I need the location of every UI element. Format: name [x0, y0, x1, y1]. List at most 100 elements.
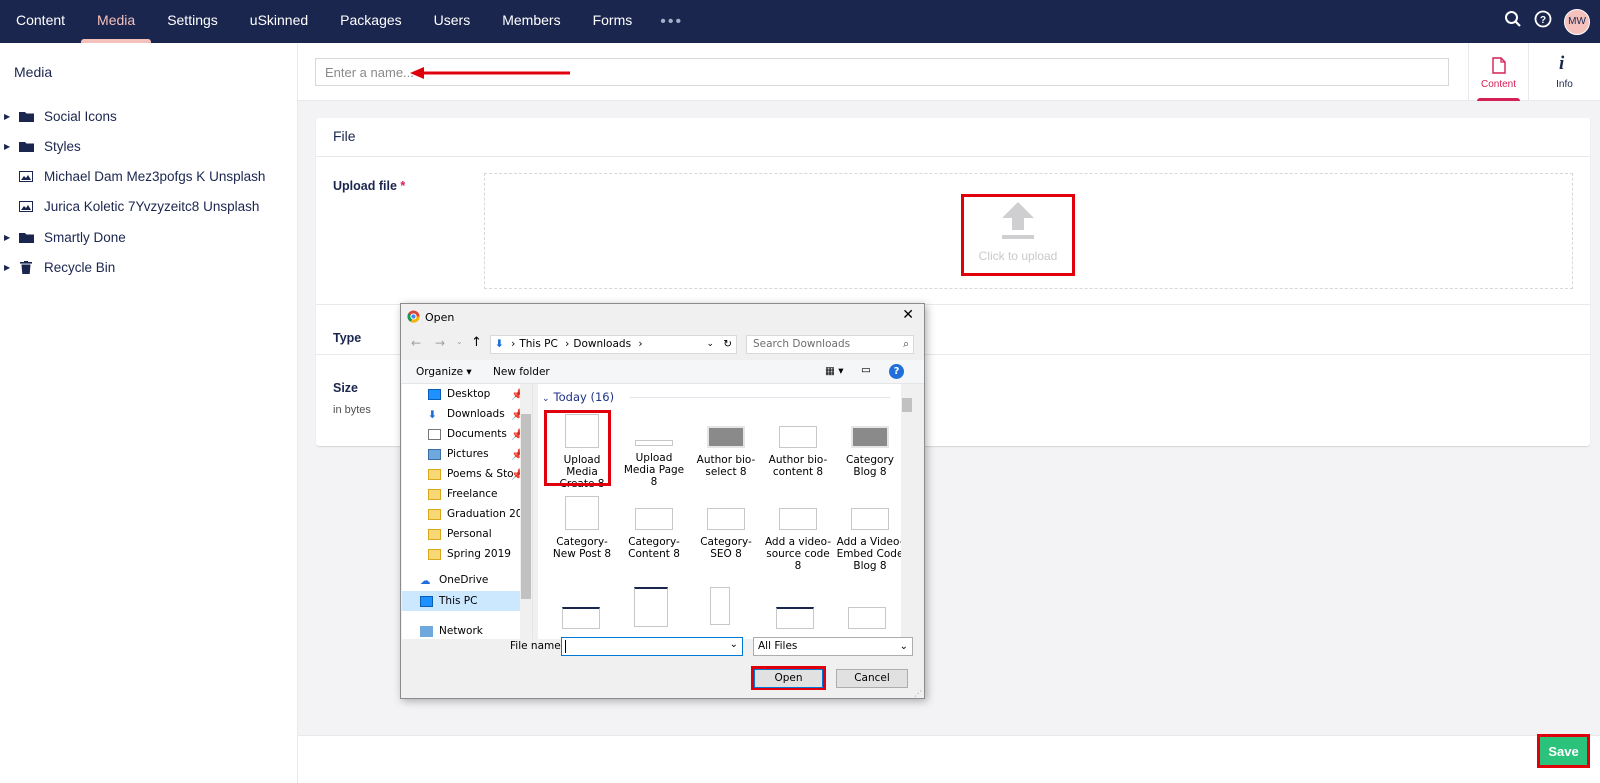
nav-pane-this-pc[interactable]: This PC [402, 591, 521, 611]
file-item[interactable]: Author bio-content 8 [764, 414, 832, 478]
file-name-input[interactable]: ⌄ [561, 637, 743, 656]
nav-pane-freelance[interactable]: Freelance [428, 484, 498, 504]
file-item[interactable]: Add a Video-Embed Code Blog 8 [836, 496, 901, 572]
top-navigation: Content Media Settings uSkinned Packages… [0, 0, 1600, 43]
file-item[interactable]: Add a video-source code 8 [764, 496, 832, 572]
tree-item-styles[interactable]: ▶ Styles [0, 131, 298, 161]
folder-icon [18, 232, 34, 243]
nav-pane-graduation[interactable]: Graduation 2019 [428, 504, 532, 524]
search-downloads-input[interactable]: Search Downloads ⌕ [746, 335, 914, 354]
file-type-select[interactable]: All Files ⌄ [753, 637, 913, 656]
file-item[interactable]: Author bio-select 8 [692, 414, 760, 478]
folder-icon [428, 508, 441, 520]
file-thumbnail[interactable] [634, 587, 668, 627]
file-thumbnail[interactable] [848, 607, 886, 629]
nav-pane-spring[interactable]: Spring 2019 [428, 544, 511, 564]
file-item[interactable]: Upload Media Page 8 [620, 414, 688, 488]
folder-icon [428, 488, 441, 500]
annotation-arrow [410, 67, 570, 79]
search-icon[interactable] [1504, 10, 1522, 33]
address-dropdown-icon[interactable]: ⌄ [706, 336, 714, 353]
back-icon[interactable]: ← [411, 336, 421, 350]
open-button[interactable]: Open [754, 669, 823, 688]
nav-item-forms[interactable]: Forms [577, 0, 649, 43]
file-item[interactable]: Category-SEO 8 [692, 496, 760, 560]
expand-caret-icon[interactable]: ▶ [4, 142, 14, 151]
preview-pane-icon[interactable]: ▭ [861, 364, 871, 376]
forward-icon[interactable]: → [435, 336, 445, 350]
nav-item-media[interactable]: Media [81, 0, 152, 43]
desktop-icon [428, 388, 441, 400]
user-avatar[interactable]: MW [1564, 8, 1590, 35]
nav-item-settings[interactable]: Settings [151, 0, 234, 43]
size-label: Size [333, 381, 359, 395]
more-sections-icon[interactable]: ••• [648, 0, 695, 43]
tree-item-image-1[interactable]: Michael Dam Mez3pofgs K Unsplash [0, 161, 298, 191]
nav-pane-personal[interactable]: Personal [428, 524, 492, 544]
address-bar[interactable]: ⬇ › This PC › Downloads › ⌄ ↻ [490, 335, 737, 354]
expand-caret-icon[interactable]: ▶ [4, 233, 14, 242]
save-button[interactable]: Save [1540, 737, 1587, 765]
resize-grip-icon[interactable]: ⋰ [914, 689, 922, 698]
sidebar-title: Media [14, 64, 53, 80]
file-item[interactable]: Category Blog 8 [836, 414, 901, 478]
up-icon[interactable]: ↑ [471, 335, 482, 350]
click-to-upload-button[interactable]: Click to upload [961, 194, 1075, 276]
nav-pane-desktop[interactable]: Desktop 📌 [428, 384, 524, 404]
nav-pane-onedrive[interactable]: ☁ OneDrive [420, 570, 488, 590]
recent-locations-icon[interactable]: ⌄ [456, 337, 463, 346]
group-header[interactable]: ⌄ Today (16) [542, 390, 614, 404]
tree-item-label: Jurica Koletic 7Yvzyzeitc8 Unsplash [44, 198, 260, 214]
expand-caret-icon[interactable]: ▶ [4, 263, 14, 272]
image-icon [18, 170, 34, 182]
tree-item-social-icons[interactable]: ▶ Social Icons [0, 101, 298, 131]
document-icon [1492, 57, 1506, 74]
help-icon[interactable]: ? [1534, 10, 1552, 33]
tree-item-image-2[interactable]: Jurica Koletic 7Yvzyzeitc8 Unsplash [0, 191, 298, 221]
nav-item-members[interactable]: Members [486, 0, 576, 43]
folder-icon [428, 528, 441, 540]
tree-item-recycle-bin[interactable]: ▶ Recycle Bin [0, 252, 298, 282]
file-thumbnail[interactable] [710, 587, 730, 625]
file-name-label: File name: [510, 640, 565, 652]
nav-item-uskinned[interactable]: uSkinned [234, 0, 324, 43]
file-thumbnail [851, 508, 889, 530]
nav-item-content[interactable]: Content [0, 0, 81, 43]
breadcrumb-downloads[interactable]: Downloads [573, 338, 631, 350]
nav-pane-downloads[interactable]: ⬇ Downloads 📌 [428, 404, 524, 424]
nav-item-users[interactable]: Users [418, 0, 487, 43]
nav-pane-pictures[interactable]: Pictures 📌 [428, 444, 524, 464]
nav-pane-network[interactable]: Network [420, 621, 483, 639]
upload-file-label: Upload file * [333, 179, 406, 193]
dropdown-icon[interactable]: ⌄ [730, 639, 738, 650]
organize-button[interactable]: Organize ▾ [416, 366, 472, 378]
open-file-dialog: Open ✕ ← → ⌄ ↑ ⬇ › This PC › Downloads › ⌄… [400, 303, 925, 699]
file-item[interactable]: Category-New Post 8 [548, 496, 616, 560]
tab-info[interactable]: i Info [1528, 43, 1600, 101]
nav-pane-documents[interactable]: Documents 📌 [428, 424, 524, 444]
help-icon[interactable]: ? [889, 364, 904, 379]
view-options-icon[interactable]: ▦ ▾ [825, 365, 844, 377]
cancel-button[interactable]: Cancel [836, 669, 908, 688]
nav-pane-scrollbar[interactable] [520, 384, 532, 639]
file-list-scrollbar[interactable] [901, 384, 913, 639]
folder-icon [428, 548, 441, 560]
tree-item-label: Social Icons [44, 108, 117, 124]
file-thumbnail[interactable] [562, 607, 600, 629]
nav-pane-poems[interactable]: Poems & Sto 📌 [428, 464, 524, 484]
tree-item-label: Styles [44, 138, 81, 154]
new-folder-button[interactable]: New folder [493, 366, 550, 378]
trash-icon [18, 260, 34, 274]
nav-item-packages[interactable]: Packages [324, 0, 417, 43]
close-icon[interactable]: ✕ [902, 307, 914, 323]
file-thumbnail[interactable] [776, 607, 814, 629]
file-thumbnail [707, 426, 745, 448]
svg-text:?: ? [1540, 15, 1546, 26]
breadcrumb-this-pc[interactable]: This PC [519, 338, 557, 350]
tree-item-smartly-done[interactable]: ▶ Smartly Done [0, 222, 298, 252]
refresh-icon[interactable]: ↻ [723, 336, 732, 353]
dialog-toolbar: Organize ▾ New folder ▦ ▾ ▭ ? [401, 360, 924, 384]
file-item[interactable]: Category-Content 8 [620, 496, 688, 560]
expand-caret-icon[interactable]: ▶ [4, 112, 14, 121]
tab-content[interactable]: Content [1468, 43, 1528, 101]
